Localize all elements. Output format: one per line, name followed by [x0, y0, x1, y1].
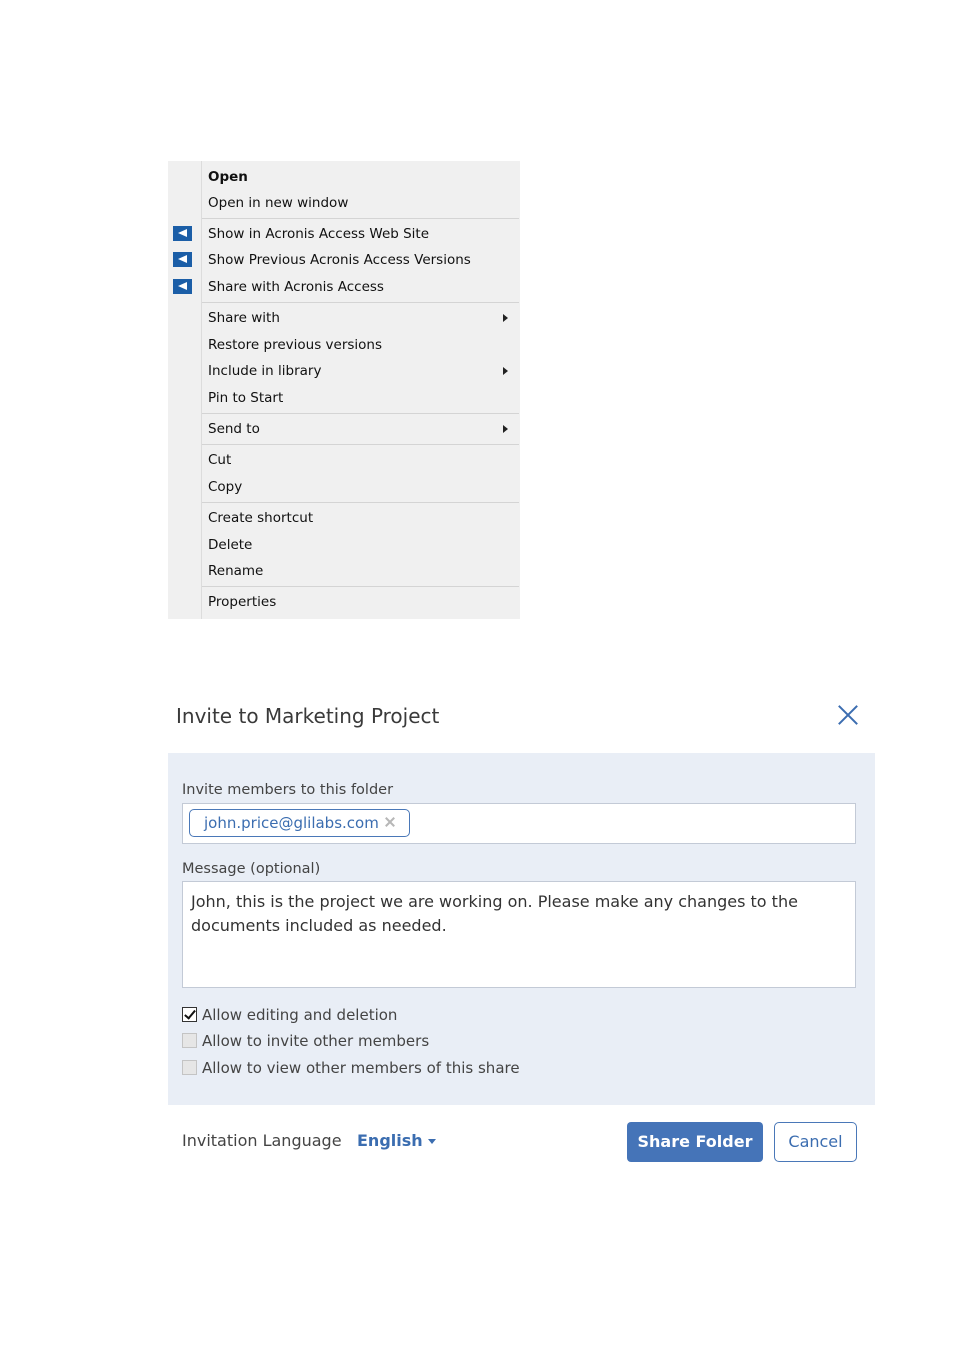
invite-members-field[interactable]: john.price@glilabs.com [182, 803, 856, 844]
menu-item-label: Share with Acronis Access [208, 279, 384, 295]
menu-item-delete[interactable]: Delete [168, 532, 520, 558]
menu-item-share-with-acronis[interactable]: Share with Acronis Access [168, 274, 520, 300]
invitation-language-select[interactable]: English [357, 1131, 436, 1150]
menu-item-label: Show in Acronis Access Web Site [208, 226, 430, 242]
menu-item-label: Copy [208, 479, 243, 495]
acronis-access-icon [173, 252, 192, 267]
allow-invite-label: Allow to invite other members [202, 1032, 430, 1050]
invitation-language-label: Invitation Language [182, 1131, 342, 1150]
menu-item-label: Send to [208, 421, 260, 437]
menu-separator [202, 218, 519, 219]
allow-editing-label: Allow editing and deletion [202, 1006, 398, 1024]
invitee-chip: john.price@glilabs.com [189, 809, 410, 837]
menu-item-label: Create shortcut [208, 510, 314, 526]
menu-item-open-new-window[interactable]: Open in new window [168, 190, 520, 216]
menu-separator [202, 413, 519, 414]
menu-item-label: Pin to Start [208, 390, 284, 406]
message-label: Message (optional) [182, 861, 321, 877]
allow-view-members-checkbox[interactable] [182, 1060, 197, 1075]
context-menu: Open Open in new window Show in Acronis … [168, 161, 520, 619]
menu-item-label: Properties [208, 594, 277, 610]
menu-separator [202, 302, 519, 303]
menu-item-rename[interactable]: Rename [168, 558, 520, 584]
menu-separator [202, 586, 519, 587]
menu-item-label: Delete [208, 537, 253, 553]
menu-item-label: Open [208, 169, 248, 185]
menu-separator [202, 502, 519, 503]
acronis-access-icon [173, 279, 192, 294]
menu-item-include-in-library[interactable]: Include in library [168, 358, 520, 384]
language-value: English [357, 1131, 423, 1150]
invite-members-label: Invite members to this folder [182, 782, 394, 798]
submenu-arrow-icon [503, 425, 508, 433]
submenu-arrow-icon [503, 367, 508, 375]
allow-invite-checkbox[interactable] [182, 1033, 197, 1048]
menu-item-create-shortcut[interactable]: Create shortcut [168, 505, 520, 531]
menu-item-label: Restore previous versions [208, 337, 383, 353]
menu-item-properties[interactable]: Properties [168, 589, 520, 615]
menu-item-show-in-acronis-web[interactable]: Show in Acronis Access Web Site [168, 221, 520, 247]
menu-item-label: Include in library [208, 363, 322, 379]
menu-item-label: Cut [208, 452, 232, 468]
menu-item-label: Share with [208, 310, 280, 326]
share-folder-button[interactable]: Share Folder [627, 1122, 763, 1162]
menu-item-label: Show Previous Acronis Access Versions [208, 252, 471, 268]
menu-item-restore-previous-versions[interactable]: Restore previous versions [168, 332, 520, 358]
menu-item-label: Rename [208, 563, 264, 579]
allow-view-members-label: Allow to view other members of this shar… [202, 1059, 520, 1077]
menu-separator [202, 444, 519, 445]
close-icon[interactable] [834, 701, 862, 729]
menu-item-copy[interactable]: Copy [168, 474, 520, 500]
menu-item-pin-to-start[interactable]: Pin to Start [168, 385, 520, 411]
remove-invitee-icon[interactable] [384, 816, 396, 828]
menu-item-label: Open in new window [208, 195, 349, 211]
menu-item-open[interactable]: Open [168, 164, 520, 190]
cancel-button[interactable]: Cancel [774, 1122, 857, 1162]
allow-editing-checkbox[interactable] [182, 1007, 197, 1022]
submenu-arrow-icon [503, 314, 508, 322]
dialog-title: Invite to Marketing Project [176, 704, 440, 728]
menu-item-cut[interactable]: Cut [168, 447, 520, 473]
caret-down-icon [427, 1139, 436, 1144]
message-textarea[interactable]: John, this is the project we are working… [182, 881, 856, 988]
acronis-access-icon [173, 226, 192, 241]
invitee-email: john.price@glilabs.com [204, 814, 379, 832]
menu-item-show-previous-versions[interactable]: Show Previous Acronis Access Versions [168, 247, 520, 273]
menu-item-share-with[interactable]: Share with [168, 305, 520, 331]
menu-item-send-to[interactable]: Send to [168, 416, 520, 442]
